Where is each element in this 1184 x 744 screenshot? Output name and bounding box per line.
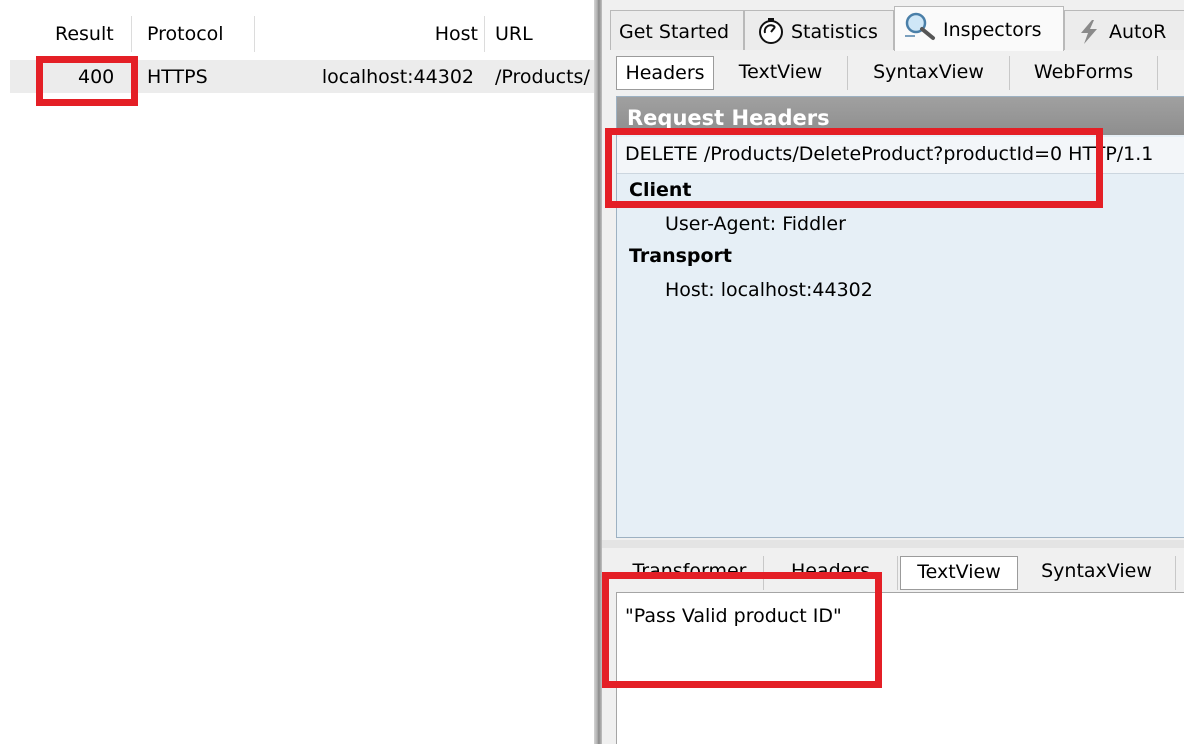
- tab-label: TextView: [917, 561, 1001, 583]
- tab-label: Get Started: [619, 21, 730, 43]
- column-header-host[interactable]: Host: [435, 23, 478, 45]
- session-protocol-cell: HTTPS: [147, 66, 208, 88]
- magnifier-icon: [905, 12, 935, 40]
- tab-label: Inspectors: [943, 19, 1042, 41]
- request-tab-webforms[interactable]: WebForms: [1010, 56, 1158, 90]
- sessions-list: Result Protocol Host URL 400 HTTPS local…: [0, 0, 594, 744]
- tab-label: Headers: [625, 62, 705, 84]
- pane-splitter[interactable]: [594, 0, 602, 744]
- response-body-highlight-box: [602, 572, 882, 688]
- column-divider: [484, 16, 485, 52]
- tab-statistics[interactable]: Statistics: [744, 10, 894, 50]
- tab-label: SyntaxView: [1041, 560, 1152, 582]
- request-response-splitter[interactable]: [602, 540, 1184, 548]
- column-header-url[interactable]: URL: [495, 23, 533, 45]
- column-header-result[interactable]: Result: [55, 23, 114, 45]
- request-tab-headers[interactable]: Headers: [616, 56, 714, 90]
- response-tab-syntaxview[interactable]: SyntaxView: [1018, 556, 1176, 590]
- tab-label: TextView: [738, 61, 823, 83]
- tab-label: SyntaxView: [873, 61, 984, 83]
- request-line-highlight-box: [605, 128, 1103, 208]
- header-entry-user-agent[interactable]: User-Agent: Fiddler: [665, 213, 846, 235]
- header-group-transport[interactable]: Transport: [629, 245, 732, 267]
- column-divider: [131, 16, 132, 52]
- tab-label: WebForms: [1033, 61, 1134, 83]
- header-entry-host[interactable]: Host: localhost:44302: [665, 279, 873, 301]
- session-host-cell: localhost:44302: [321, 66, 474, 88]
- request-tab-textview[interactable]: TextView: [714, 56, 848, 90]
- tab-autoresponder[interactable]: AutoR: [1064, 10, 1184, 50]
- inspector-pane: Get Started Statistics Inspectors AutoR …: [602, 0, 1184, 744]
- tab-label: Statistics: [791, 21, 878, 43]
- stopwatch-icon: [759, 18, 783, 44]
- result-highlight-box: [36, 56, 138, 106]
- column-divider: [254, 16, 255, 52]
- request-tab-syntaxview[interactable]: SyntaxView: [848, 56, 1010, 90]
- tab-label: AutoR: [1109, 21, 1167, 43]
- tab-get-started[interactable]: Get Started: [610, 10, 744, 50]
- tab-inspectors[interactable]: Inspectors: [894, 6, 1064, 51]
- lightning-icon: [1081, 20, 1097, 44]
- request-headers-title: Request Headers: [627, 106, 830, 130]
- response-tab-textview[interactable]: TextView: [900, 556, 1018, 590]
- session-url-cell: /Products/: [495, 66, 590, 88]
- column-header-protocol[interactable]: Protocol: [147, 23, 224, 45]
